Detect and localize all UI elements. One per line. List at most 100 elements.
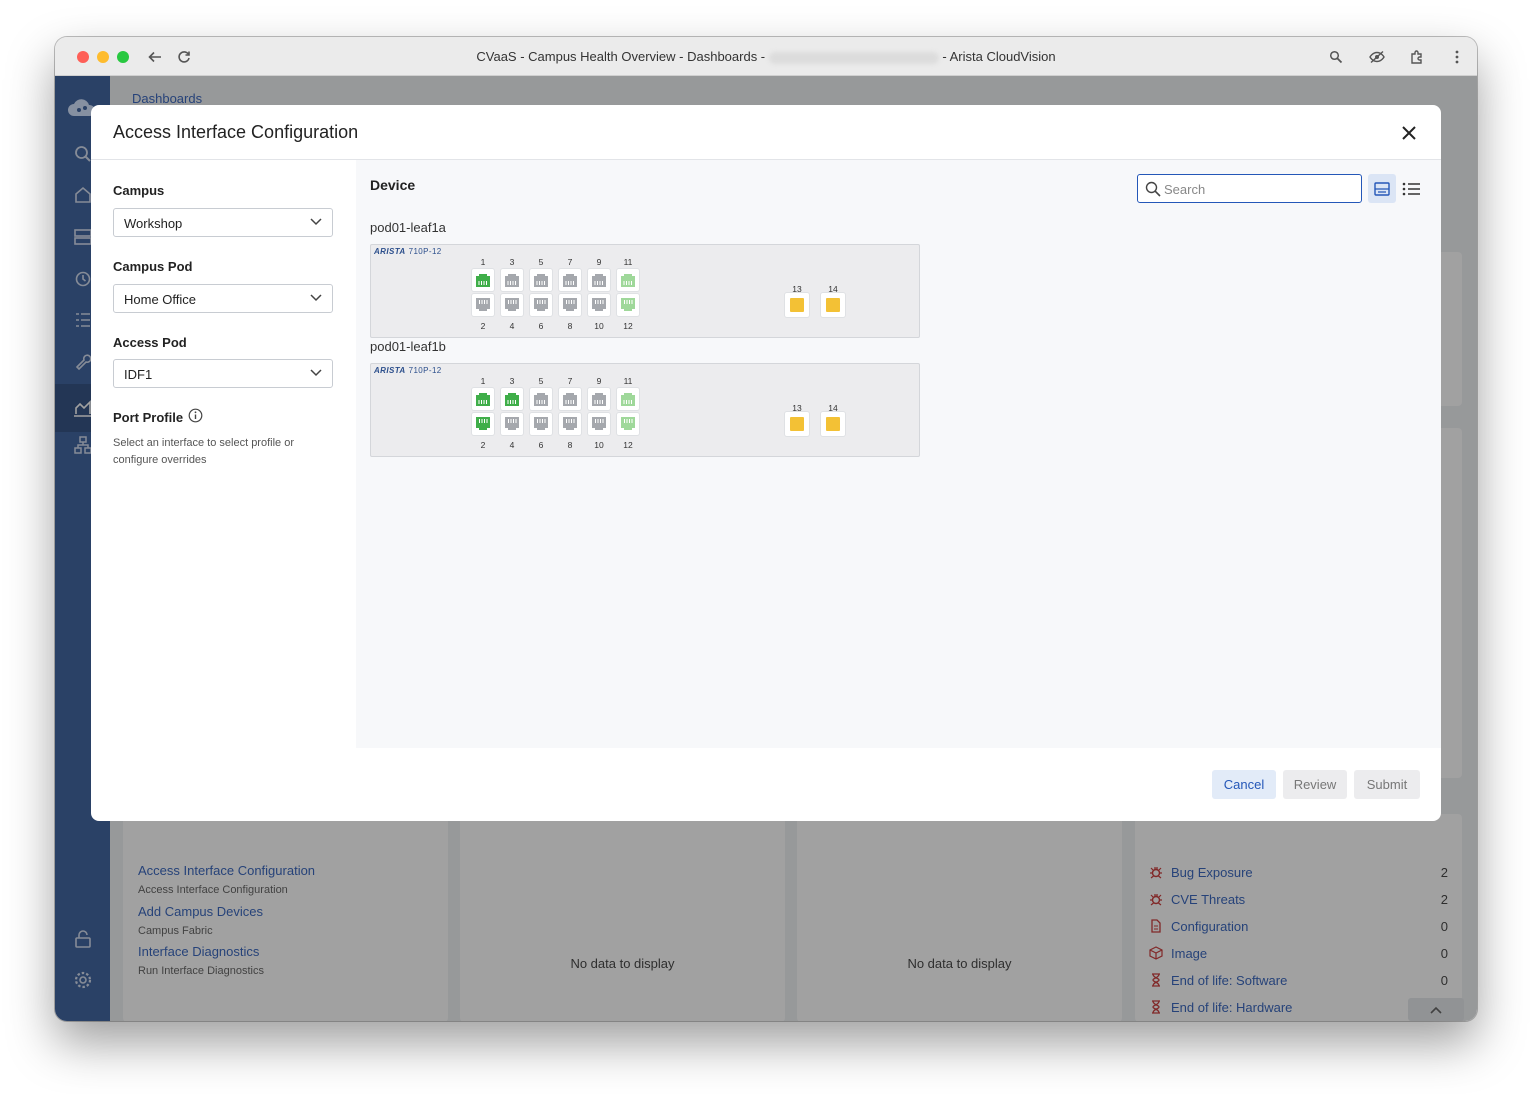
switch-faceplate[interactable]: ARISTA 710P-12 1 2 3 4 5 6 7 8 9 10 11 12 13 14	[370, 363, 920, 457]
ethernet-port[interactable]	[472, 269, 494, 291]
sfp-port[interactable]	[785, 293, 809, 317]
rj45-port-icon	[563, 417, 577, 430]
ethernet-port[interactable]	[501, 388, 523, 410]
campus-pod-select[interactable]: Home Office	[113, 284, 333, 313]
port-number: 3	[509, 376, 515, 386]
window-title-suffix: - Arista CloudVision	[942, 49, 1056, 64]
port-number: 8	[567, 440, 573, 450]
more-menu-icon[interactable]	[1446, 46, 1468, 68]
faceplate-view-button[interactable]	[1368, 174, 1396, 203]
rj45-port-icon	[505, 274, 519, 287]
campus-pod-value: Home Office	[124, 292, 197, 307]
campus-label: Campus	[113, 183, 165, 198]
device-name: pod01-leaf1a	[370, 220, 446, 235]
ethernet-port[interactable]	[501, 269, 523, 291]
ethernet-port[interactable]	[472, 413, 494, 435]
submit-button[interactable]: Submit	[1354, 770, 1420, 799]
device-heading: Device	[370, 177, 416, 193]
ethernet-port[interactable]	[530, 269, 552, 291]
ethernet-port[interactable]	[617, 413, 639, 435]
port-number: 9	[596, 257, 602, 267]
redacted-region	[768, 51, 939, 64]
rj45-port-icon	[592, 274, 606, 287]
switch-brand-label: ARISTA 710P-12	[374, 247, 442, 256]
port-number: 7	[567, 257, 573, 267]
sfp-port[interactable]	[821, 293, 845, 317]
modal-header: Access Interface Configuration	[91, 105, 1441, 160]
ethernet-port[interactable]	[501, 294, 523, 316]
sfp-port[interactable]	[785, 412, 809, 436]
port-number: 9	[596, 376, 602, 386]
ethernet-port[interactable]	[472, 388, 494, 410]
ethernet-port[interactable]	[559, 269, 581, 291]
rj45-port-icon	[563, 274, 577, 287]
modal-title: Access Interface Configuration	[113, 122, 359, 142]
modal-footer: Cancel Review Submit	[91, 748, 1441, 821]
rj45-port-icon	[505, 417, 519, 430]
eye-slash-icon[interactable]	[1366, 46, 1388, 68]
device-search[interactable]	[1137, 174, 1362, 203]
port-number: 5	[538, 257, 544, 267]
ethernet-port[interactable]	[501, 413, 523, 435]
close-icon[interactable]	[1401, 125, 1417, 141]
ethernet-port[interactable]	[588, 413, 610, 435]
ethernet-port[interactable]	[588, 269, 610, 291]
cancel-button[interactable]: Cancel	[1212, 770, 1276, 799]
search-input[interactable]	[1164, 180, 1354, 198]
access-pod-select[interactable]: IDF1	[113, 359, 333, 388]
port-number: 4	[509, 321, 515, 331]
port-number: 3	[509, 257, 515, 267]
title-bar: CVaaS - Campus Health Overview - Dashboa…	[55, 37, 1477, 76]
port-number: 10	[594, 440, 604, 450]
rj45-port-icon	[621, 417, 635, 430]
ethernet-port[interactable]	[559, 413, 581, 435]
campus-select[interactable]: Workshop	[113, 208, 333, 237]
ethernet-port[interactable]	[559, 294, 581, 316]
port-number: 11	[623, 257, 633, 267]
rj45-port-icon	[476, 298, 490, 311]
rj45-port-icon	[476, 274, 490, 287]
port-number: 12	[623, 321, 633, 331]
port-number: 7	[567, 376, 573, 386]
search-icon	[1145, 181, 1161, 197]
rj45-port-icon	[563, 393, 577, 406]
faceplate-view-icon	[1374, 181, 1390, 196]
window-title: CVaaS - Campus Health Overview - Dashboa…	[55, 49, 1477, 64]
port-number: 2	[480, 440, 486, 450]
rj45-port-icon	[505, 393, 519, 406]
ethernet-port[interactable]	[617, 388, 639, 410]
switch-brand-label: ARISTA 710P-12	[374, 366, 442, 375]
ethernet-port[interactable]	[530, 388, 552, 410]
switch-faceplate[interactable]: ARISTA 710P-12 1 2 3 4 5 6 7 8 9 10 11 12 13 14	[370, 244, 920, 338]
ethernet-port[interactable]	[530, 294, 552, 316]
ethernet-port[interactable]	[588, 388, 610, 410]
port-number: 1	[480, 376, 486, 386]
sfp-port[interactable]	[821, 412, 845, 436]
review-button[interactable]: Review	[1283, 770, 1347, 799]
chevron-down-icon	[310, 218, 322, 226]
port-number: 4	[509, 440, 515, 450]
rj45-port-icon	[592, 393, 606, 406]
rj45-port-icon	[476, 417, 490, 430]
ethernet-port[interactable]	[617, 294, 639, 316]
access-pod-label: Access Pod	[113, 335, 187, 350]
ethernet-port[interactable]	[588, 294, 610, 316]
info-icon[interactable]	[188, 408, 203, 423]
list-view-button[interactable]	[1397, 174, 1425, 203]
ethernet-port[interactable]	[559, 388, 581, 410]
chevron-down-icon	[310, 294, 322, 302]
port-number: 12	[623, 440, 633, 450]
rj45-port-icon	[534, 417, 548, 430]
port-profile-label: Port Profile	[113, 410, 184, 425]
port-number: 6	[538, 321, 544, 331]
ethernet-port[interactable]	[617, 269, 639, 291]
window-title-prefix: CVaaS - Campus Health Overview - Dashboa…	[476, 49, 766, 64]
device-name: pod01-leaf1b	[370, 339, 446, 354]
access-interface-configuration-modal: Access Interface Configuration Campus Wo…	[91, 105, 1441, 821]
zoom-icon[interactable]	[1325, 46, 1347, 68]
extension-icon[interactable]	[1406, 46, 1428, 68]
ethernet-port[interactable]	[472, 294, 494, 316]
rj45-port-icon	[592, 298, 606, 311]
ethernet-port[interactable]	[530, 413, 552, 435]
rj45-port-icon	[621, 298, 635, 311]
